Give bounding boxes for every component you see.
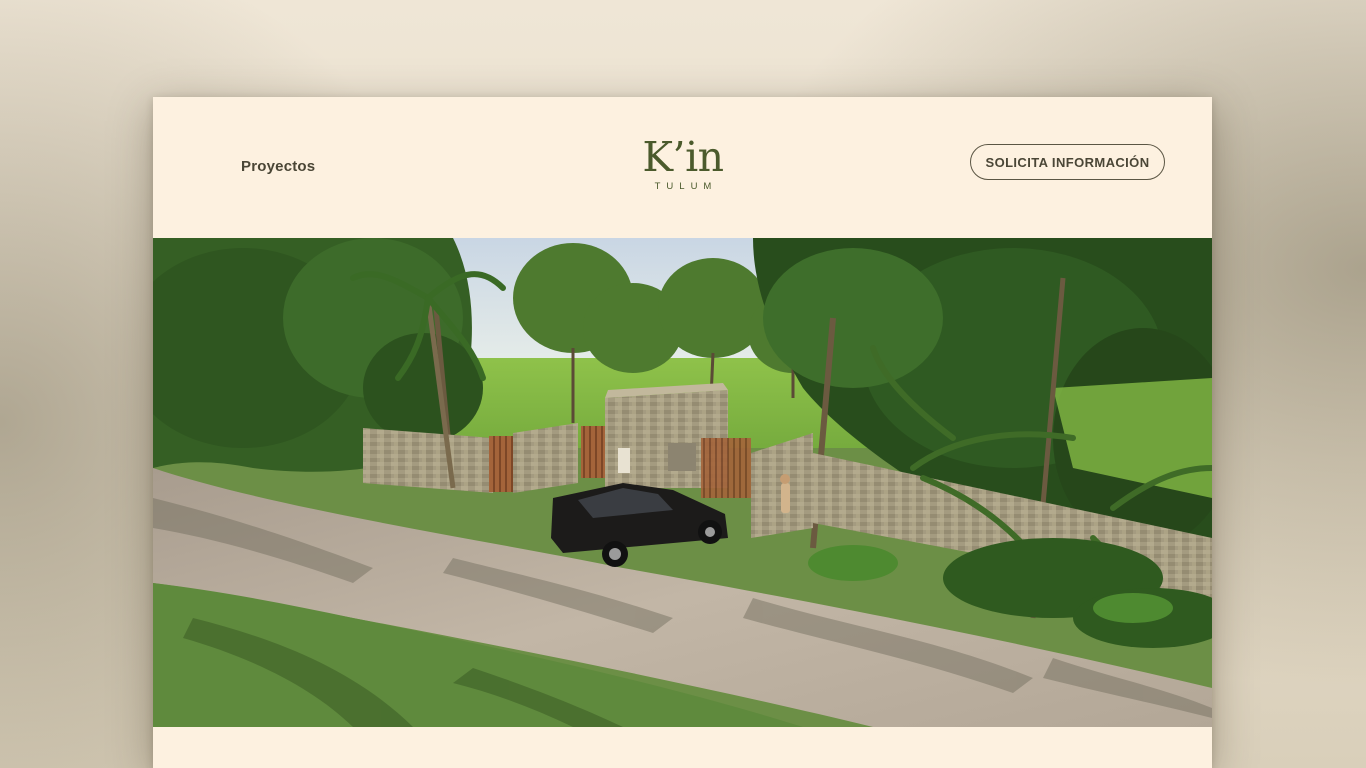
nav-link-proyectos[interactable]: Proyectos xyxy=(241,158,315,175)
request-info-button[interactable]: SOLICITA INFORMACIÓN xyxy=(970,144,1165,180)
hero-image xyxy=(153,238,1212,727)
website-frame: Proyectos K’in TULUM SOLICITA INFORMACIÓ… xyxy=(153,97,1212,768)
brand-logo[interactable]: K’in TULUM xyxy=(623,135,743,192)
hero-rendering xyxy=(153,238,1212,727)
site-header: Proyectos K’in TULUM SOLICITA INFORMACIÓ… xyxy=(153,97,1212,238)
logo-subtitle: TULUM xyxy=(654,181,718,192)
logo-name: K’in xyxy=(642,133,724,181)
